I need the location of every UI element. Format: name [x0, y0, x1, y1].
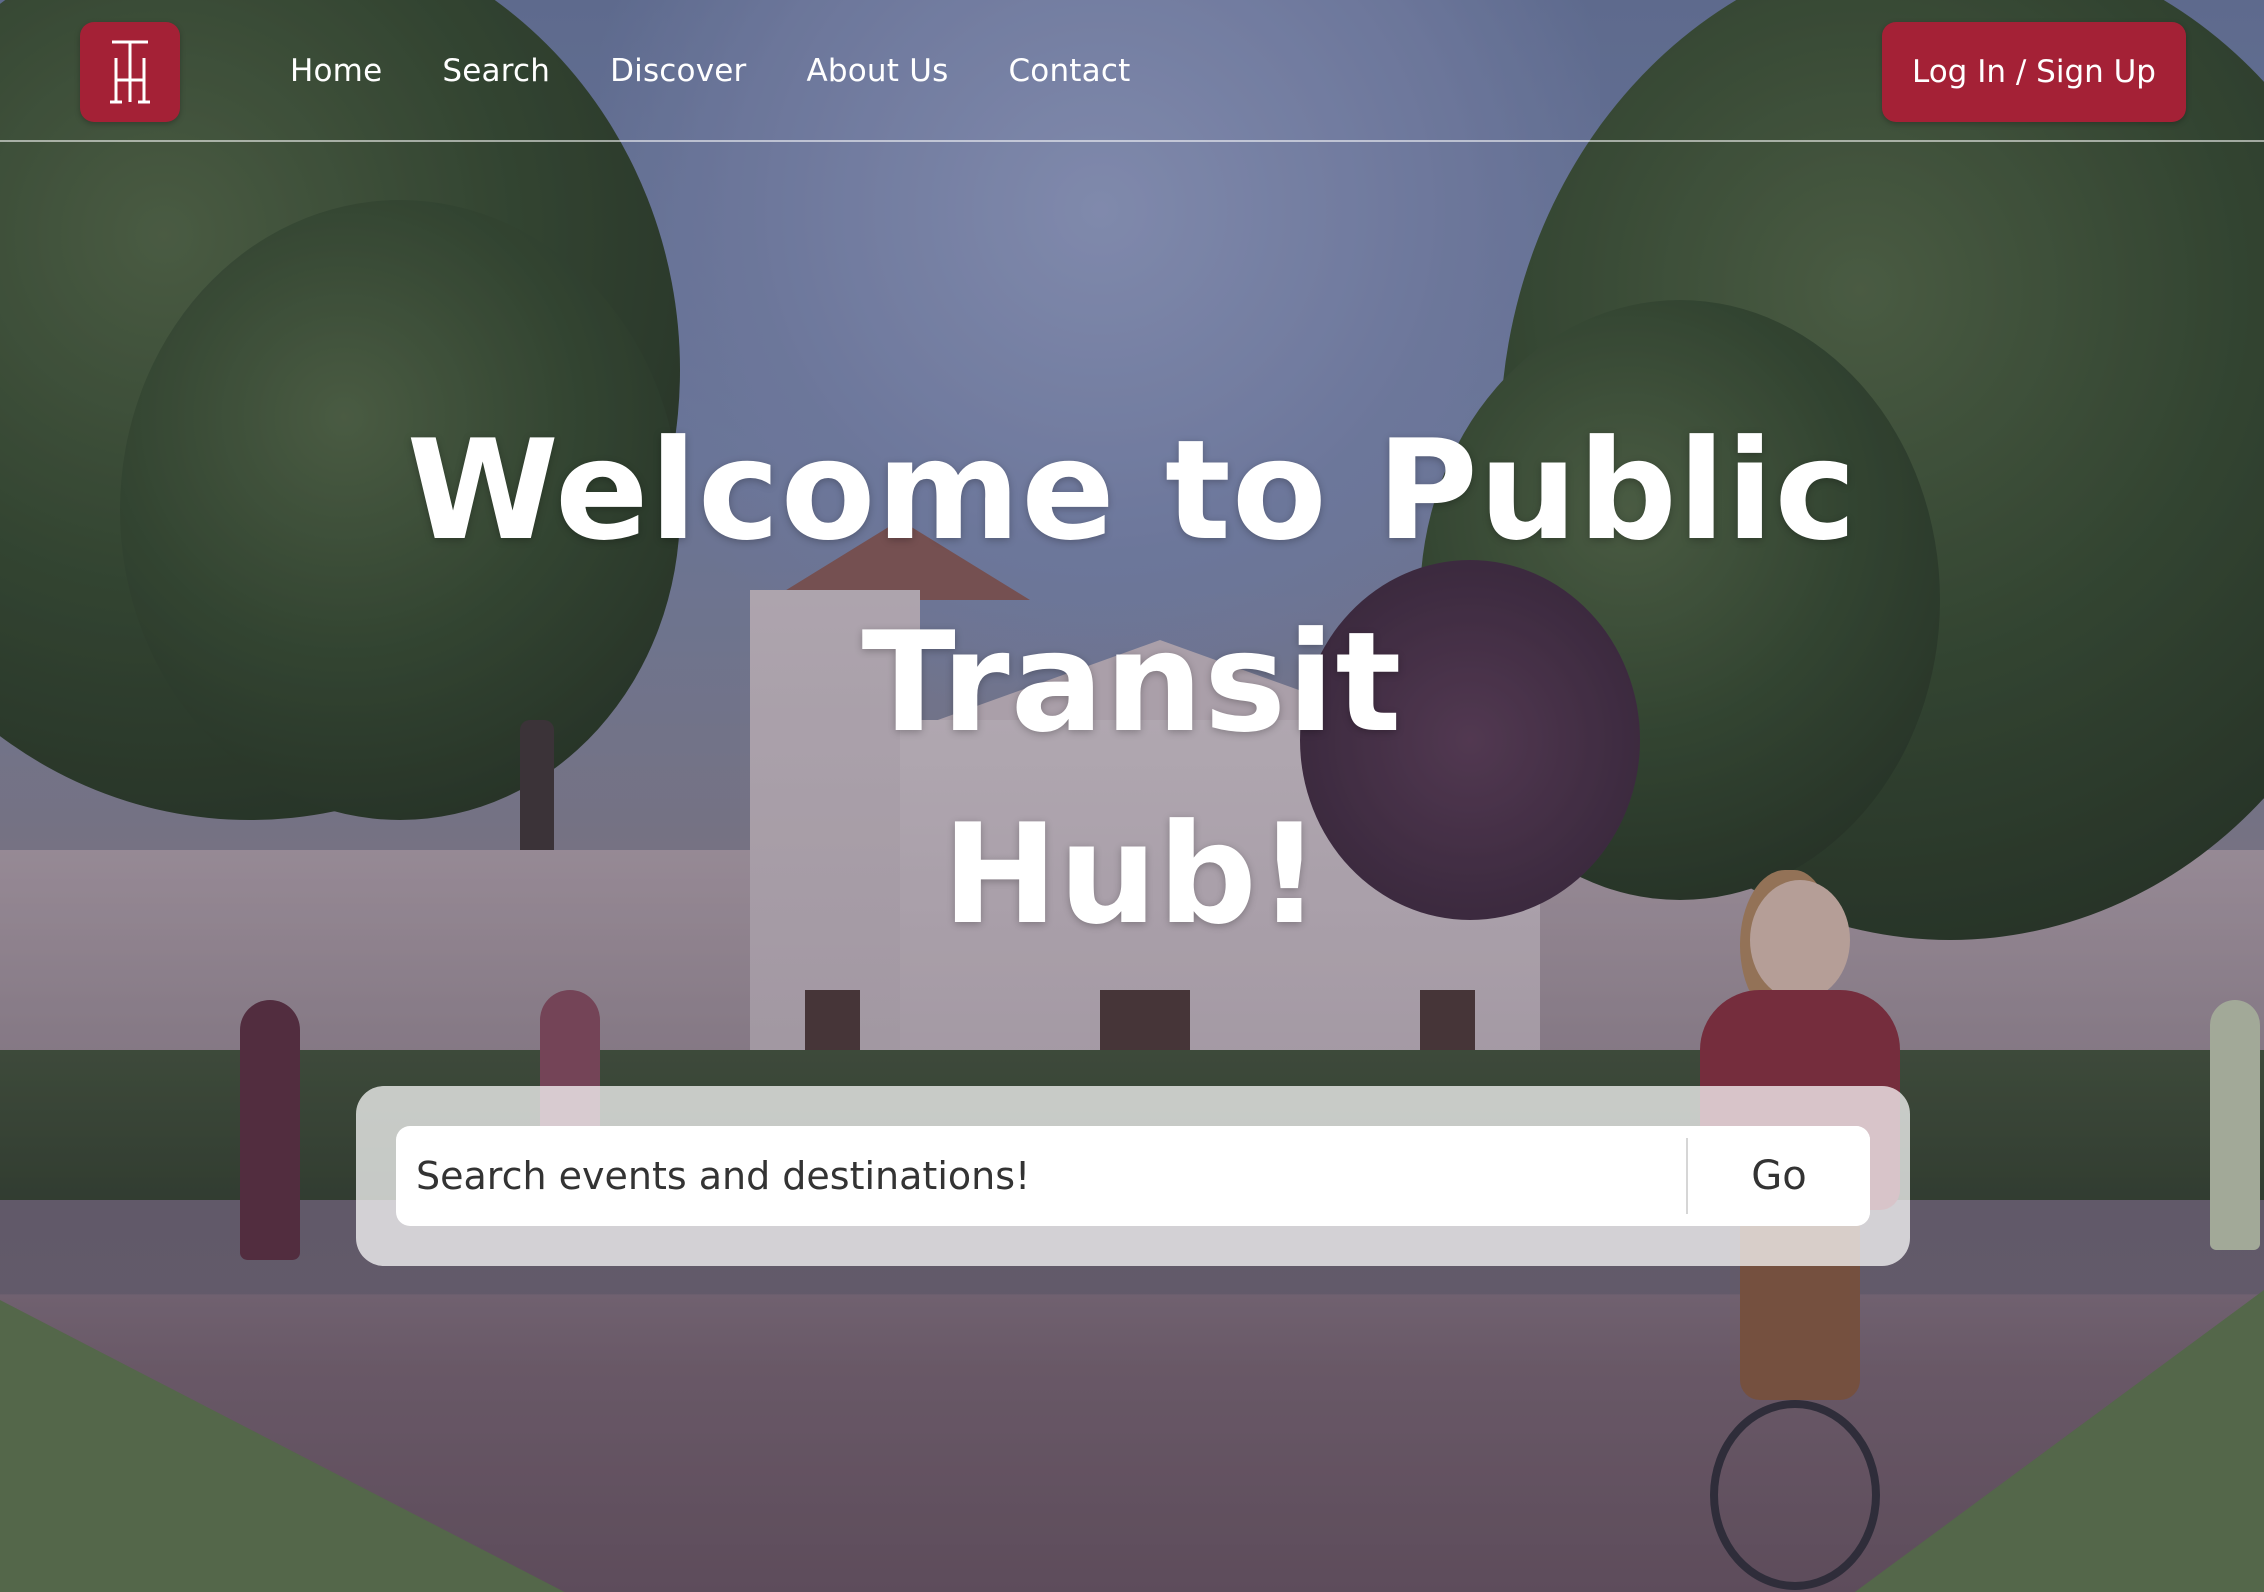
nav-item-discover[interactable]: Discover	[610, 53, 746, 89]
page: Home Search Discover About Us Contact Lo…	[0, 0, 2264, 1592]
th-logo-icon[interactable]	[80, 22, 180, 122]
nav-item-home[interactable]: Home	[290, 53, 382, 89]
login-signup-button[interactable]: Log In / Sign Up	[1881, 22, 2186, 122]
nav-item-search[interactable]: Search	[442, 53, 550, 89]
nav-item-contact[interactable]: Contact	[1008, 53, 1130, 89]
search-input[interactable]	[396, 1126, 1686, 1226]
hero-title-line-1: Welcome to Public Transit	[406, 410, 1858, 763]
hero-title: Welcome to Public Transit Hub!	[132, 395, 2132, 971]
search-box: Go	[396, 1126, 1870, 1226]
search-panel: Go	[356, 1086, 1910, 1266]
top-navbar: Home Search Discover About Us Contact Lo…	[0, 0, 2264, 142]
go-button[interactable]: Go	[1688, 1126, 1870, 1226]
hero-title-line-2: Hub!	[942, 794, 1322, 955]
nav-item-about-us[interactable]: About Us	[806, 53, 948, 89]
th-monogram-icon	[110, 40, 150, 104]
main-nav: Home Search Discover About Us Contact	[290, 0, 1190, 142]
